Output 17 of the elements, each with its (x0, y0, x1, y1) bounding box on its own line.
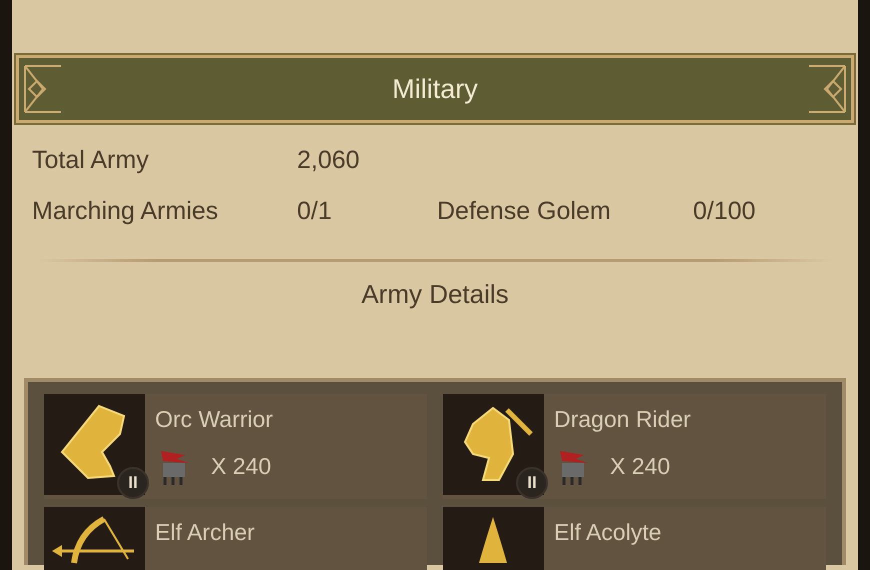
bow-and-arrow-icon (52, 516, 134, 564)
stat-label: Total Army (32, 144, 150, 176)
section-title: Army Details (360, 278, 510, 311)
tier-badge: II (117, 467, 149, 499)
stat-value: 2,060 (297, 144, 361, 176)
unit-name: Orc Warrior (155, 405, 273, 434)
unit-name: Elf Archer (155, 518, 255, 547)
unit-count: X 240 (610, 452, 670, 482)
unit-count: X 240 (211, 452, 272, 482)
stat-label: Marching Armies (32, 196, 220, 227)
stat-value: 0/1 (297, 196, 333, 227)
stat-value: 0/100 (693, 196, 756, 227)
stat-label: Defense Golem (437, 196, 612, 227)
header-title: Military (392, 72, 478, 106)
tier-badge: II (516, 467, 548, 499)
unit-name: Elf Acolyte (554, 518, 662, 547)
unit-name: Dragon Rider (554, 405, 691, 434)
